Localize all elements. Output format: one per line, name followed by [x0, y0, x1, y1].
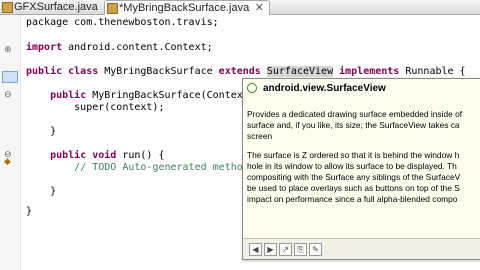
editor-gutter: ⊕ ⊖ ⊖ ◆ — [0, 15, 21, 270]
code-line: } — [26, 126, 56, 138]
code-token: } — [26, 186, 57, 197]
doc-line: hole in its window to allow its surface … — [247, 161, 457, 171]
code-line: } — [26, 206, 32, 218]
keyword-token: public class — [26, 66, 99, 77]
keyword-token: import — [26, 42, 63, 53]
popup-title-text: android.view.SurfaceView — [263, 83, 386, 94]
code-token: MyBringBackSurface — [98, 66, 219, 77]
doc-line: Provides a dedicated drawing surface emb… — [247, 109, 463, 119]
code-line: super(context); — [26, 102, 164, 114]
java-file-icon — [107, 3, 118, 14]
popup-toolbar: ◀ ▶ ↗ ⎘ ✎ — [243, 238, 480, 259]
back-icon[interactable]: ◀ — [249, 243, 262, 256]
current-line-marker — [2, 71, 18, 83]
code-line: public MyBringBackSurface(Context con — [26, 90, 273, 102]
task-marker-icon[interactable]: ◆ — [4, 157, 11, 167]
keyword-token: implements — [339, 66, 400, 77]
code-line: import android.content.Context; — [26, 42, 213, 54]
editor-tab-bar: GFXSurface.java *MyBringBackSurface.java… — [0, 0, 480, 15]
code-line: public void run() { — [26, 150, 165, 162]
keyword-token: public — [50, 90, 87, 101]
doc-line: be used to place overlays such as button… — [247, 183, 460, 193]
tab-label: *MyBringBackSurface.java — [119, 2, 250, 14]
open-declaration-icon[interactable]: ⎘ — [294, 243, 307, 256]
fold-icon[interactable]: ⊖ — [4, 90, 12, 100]
javadoc-hover-popup[interactable]: android.view.SurfaceView Provides a dedi… — [242, 78, 480, 260]
code-token: package com.thenewboston.travis; — [26, 17, 219, 28]
doc-line: screen — [247, 131, 273, 141]
code-line: public class MyBringBackSurface extends … — [26, 66, 466, 78]
java-file-icon — [2, 2, 13, 13]
keyword-token: public void — [50, 150, 117, 161]
tab-mybringbacksurface[interactable]: *MyBringBackSurface.java ✕ — [104, 0, 270, 15]
popup-title: android.view.SurfaceView — [247, 83, 386, 94]
code-token: run() { — [116, 150, 165, 161]
edit-icon[interactable]: ✎ — [309, 243, 322, 256]
highlighted-token: SurfaceView — [266, 66, 334, 77]
open-external-icon[interactable]: ↗ — [279, 243, 292, 256]
tab-gfxsurface[interactable]: GFXSurface.java — [0, 0, 98, 14]
keyword-token: extends — [218, 66, 261, 77]
fold-icon[interactable]: ⊕ — [4, 45, 12, 55]
code-token: } — [26, 126, 57, 137]
doc-line: compositing with the Surface any sibling… — [247, 172, 461, 182]
code-line: package com.thenewboston.travis; — [26, 17, 219, 29]
code-line: // TODO Auto-generated method st — [26, 162, 267, 174]
doc-line: impact on performance since a full alpha… — [247, 194, 458, 204]
forward-icon[interactable]: ▶ — [264, 243, 277, 256]
tab-label: GFXSurface.java — [14, 1, 98, 13]
code-line: } — [26, 186, 56, 198]
doc-paragraph: Provides a dedicated drawing surface emb… — [247, 109, 480, 142]
close-icon[interactable]: ✕ — [255, 1, 264, 15]
doc-line: surface and, if you like, its size; the … — [247, 120, 460, 130]
doc-paragraph: The surface is Z ordered so that it is b… — [247, 150, 480, 205]
class-icon — [247, 83, 257, 94]
comment-token: // TODO Auto-generated method st — [74, 162, 267, 173]
doc-line: The surface is Z ordered so that it is b… — [247, 150, 460, 160]
code-token: android.content.Context; — [62, 42, 213, 53]
code-token: super(context); — [26, 102, 165, 113]
code-token: Runnable { — [399, 66, 466, 77]
popup-body: Provides a dedicated drawing surface emb… — [247, 109, 480, 213]
code-token: } — [26, 206, 33, 217]
